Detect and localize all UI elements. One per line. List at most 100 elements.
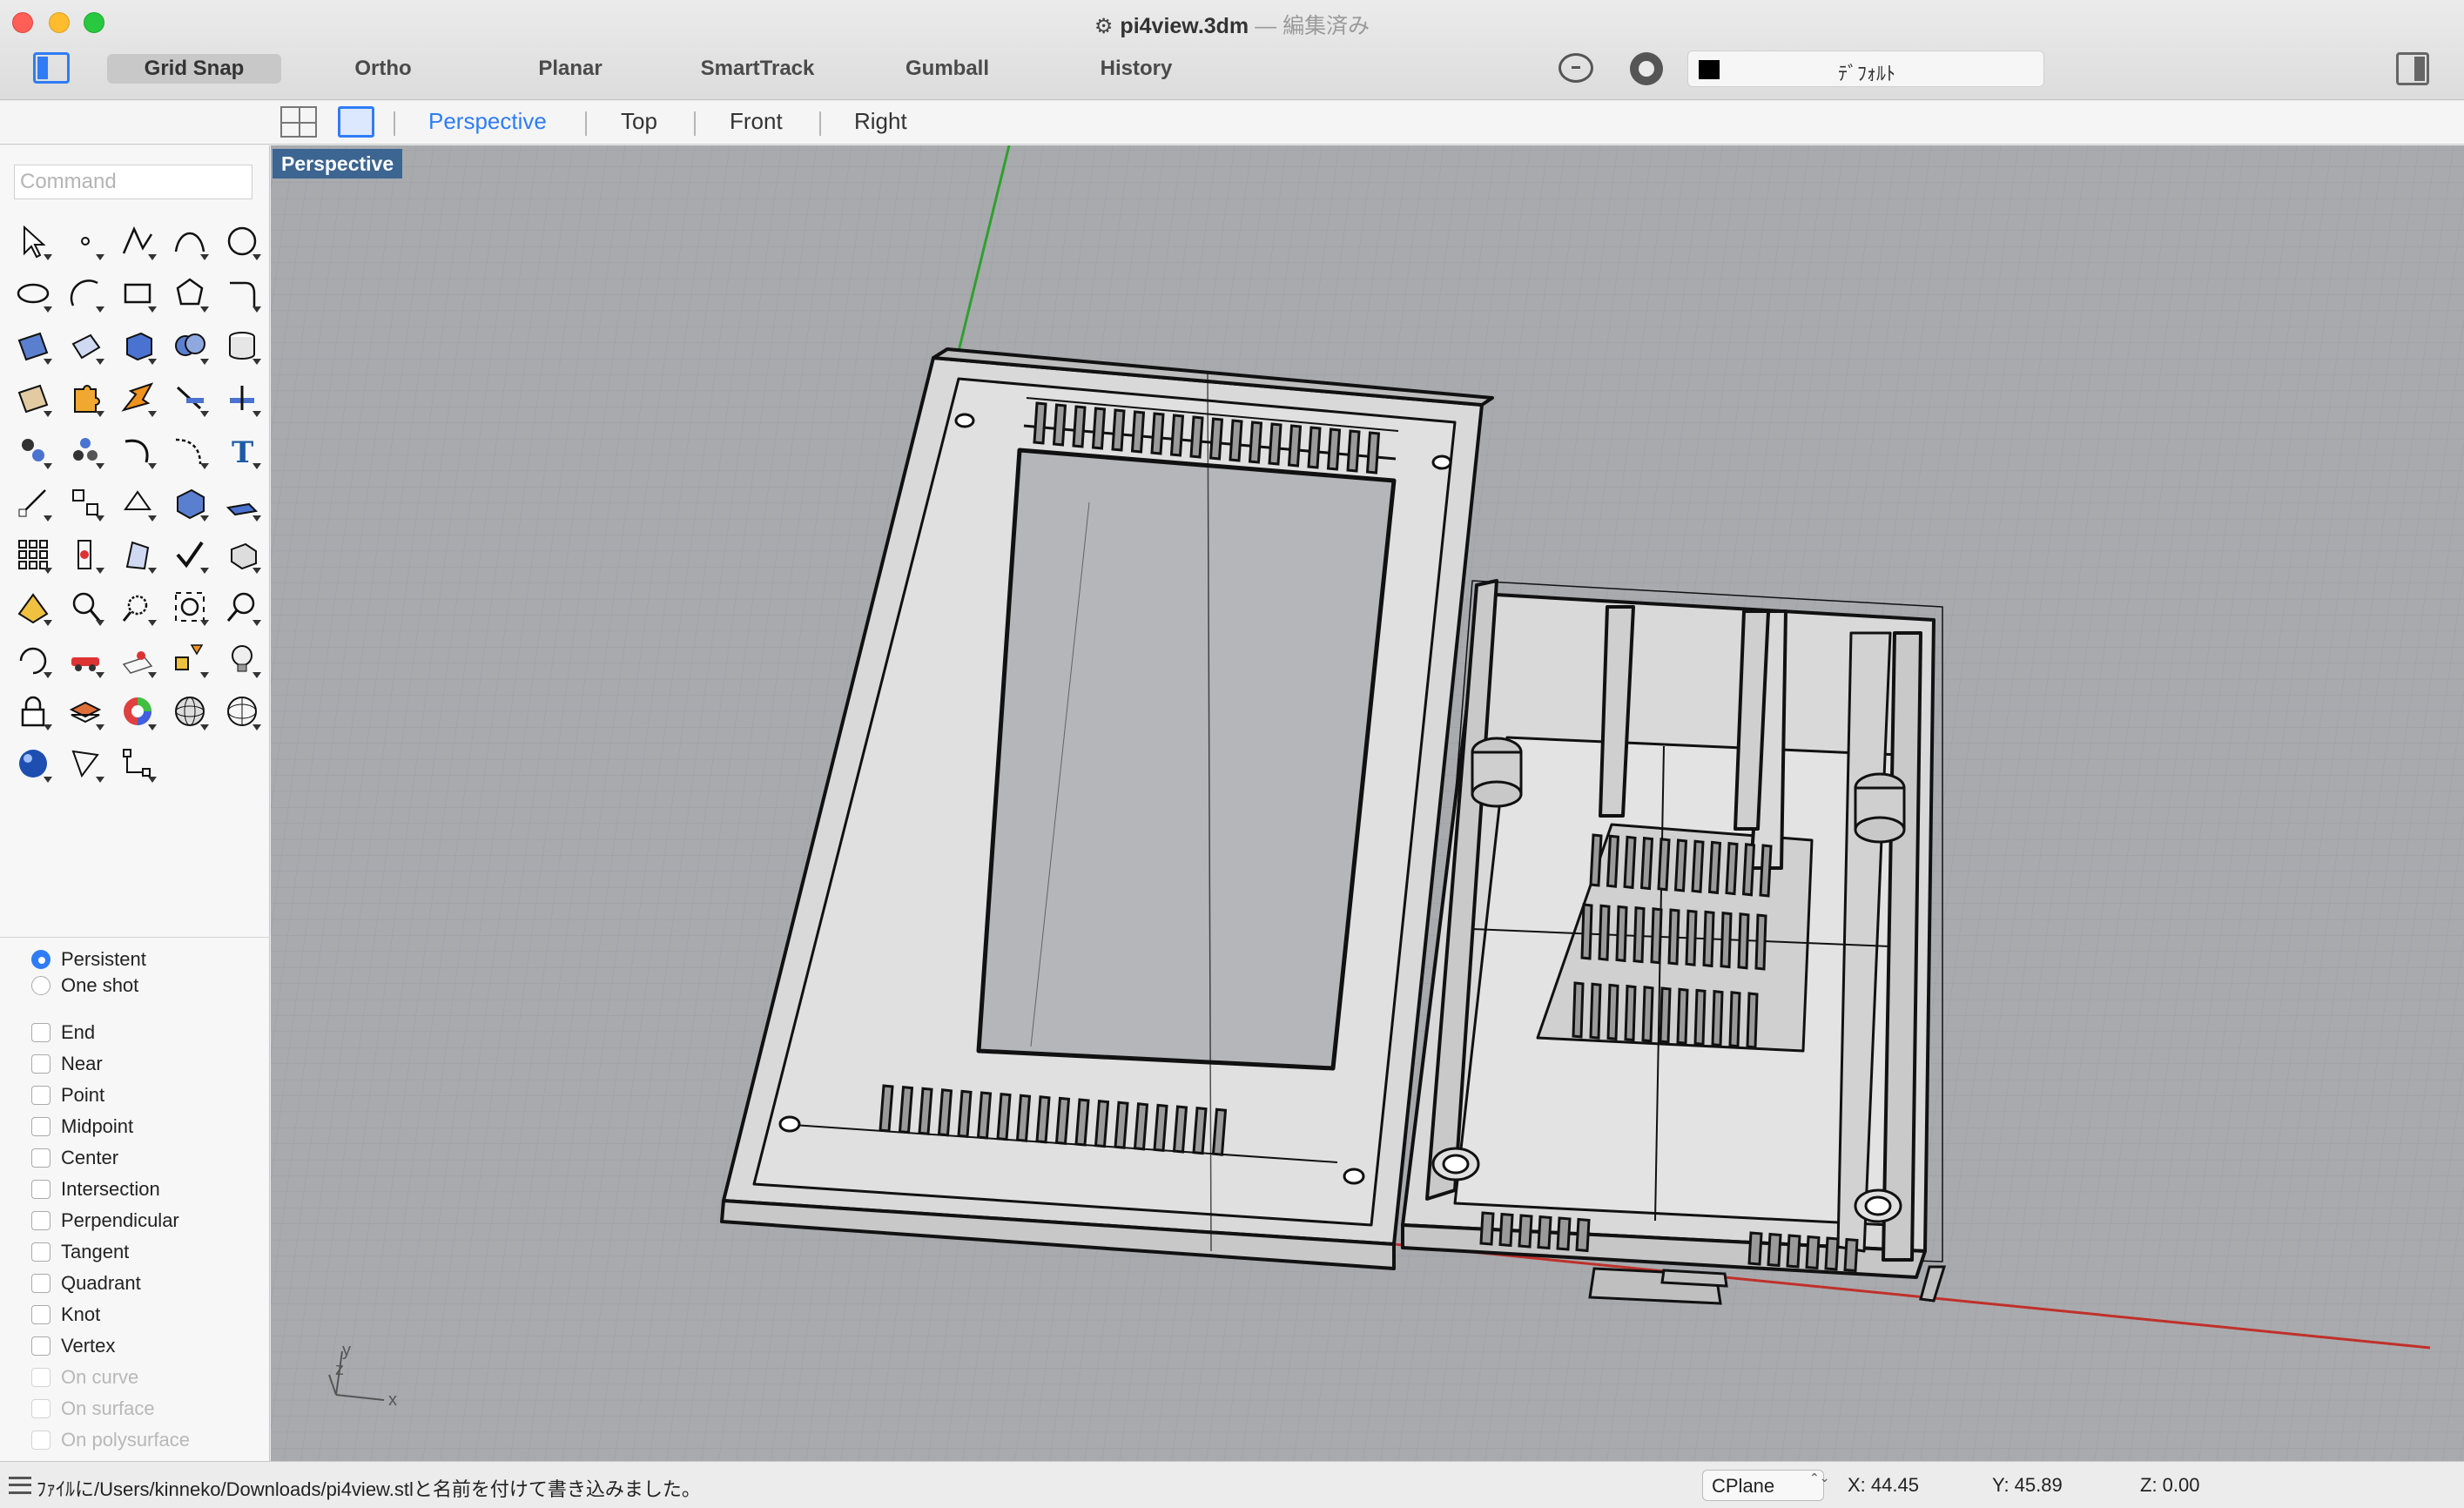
light-bulb-icon[interactable]: [216, 633, 268, 685]
history-button[interactable]: History: [1075, 54, 1197, 84]
layout-icon[interactable]: [164, 633, 216, 685]
grid-snap-button[interactable]: Grid Snap: [107, 54, 281, 84]
text-icon[interactable]: T: [216, 424, 268, 476]
osnap-knot[interactable]: Knot: [31, 1303, 100, 1326]
osnap-quadrant[interactable]: Quadrant: [31, 1272, 141, 1295]
osnap-vertex[interactable]: Vertex: [31, 1335, 115, 1357]
osnap-center[interactable]: Center: [31, 1147, 118, 1169]
mesh-icon[interactable]: [7, 372, 59, 424]
osnap-intersection-checkbox[interactable]: [31, 1180, 50, 1199]
snap-tool-icon[interactable]: [59, 737, 111, 790]
render-icon[interactable]: [7, 581, 59, 633]
rotate-curve-icon[interactable]: [111, 424, 164, 476]
select-arrow-icon[interactable]: [7, 215, 59, 267]
osnap-persistent-option[interactable]: Persistent: [31, 948, 146, 971]
points-cloud-icon[interactable]: [59, 424, 111, 476]
mirror-icon[interactable]: [111, 476, 164, 528]
ellipse-icon[interactable]: [7, 267, 59, 320]
tab-right[interactable]: Right: [854, 108, 907, 135]
osnap-on-curve[interactable]: On curve: [31, 1366, 138, 1389]
osnap-tangent-checkbox[interactable]: [31, 1242, 50, 1262]
osnap-perpendicular-checkbox[interactable]: [31, 1211, 50, 1230]
record-history-icon[interactable]: [1630, 52, 1663, 85]
polyline-icon[interactable]: [111, 215, 164, 267]
osnap-end-checkbox[interactable]: [31, 1023, 50, 1042]
osnap-quadrant-checkbox[interactable]: [31, 1274, 50, 1293]
puzzle-icon[interactable]: [59, 372, 111, 424]
layer-icon[interactable]: [59, 685, 111, 737]
globe-grid-icon[interactable]: [216, 685, 268, 737]
one-shot-radio[interactable]: [31, 976, 50, 995]
curve-icon[interactable]: [164, 215, 216, 267]
ortho-button[interactable]: Ortho: [322, 54, 444, 84]
trim-icon[interactable]: [164, 372, 216, 424]
smarttrack-button[interactable]: SmartTrack: [683, 54, 831, 84]
osnap-midpoint[interactable]: Midpoint: [31, 1115, 133, 1138]
car-icon[interactable]: [59, 633, 111, 685]
perspective-viewport[interactable]: x y z Perspective: [271, 145, 2464, 1461]
right-panel-toggle-icon[interactable]: [2396, 52, 2429, 85]
circle-icon[interactable]: [216, 215, 268, 267]
zoom-in-icon[interactable]: [59, 581, 111, 633]
osnap-on-polysurface[interactable]: On polysurface: [31, 1429, 190, 1451]
grid-icon[interactable]: [111, 633, 164, 685]
lock-icon[interactable]: [7, 685, 59, 737]
osnap-knot-checkbox[interactable]: [31, 1305, 50, 1324]
check-icon[interactable]: [164, 528, 216, 581]
fillet-curve-icon[interactable]: [216, 267, 268, 320]
osnap-point-checkbox[interactable]: [31, 1086, 50, 1105]
osnap-near-checkbox[interactable]: [31, 1054, 50, 1074]
sphere-wire-icon[interactable]: [164, 685, 216, 737]
array-icon[interactable]: [7, 528, 59, 581]
osnap-tangent[interactable]: Tangent: [31, 1241, 129, 1263]
gumball-button[interactable]: Gumball: [886, 54, 1008, 84]
osnap-point[interactable]: Point: [31, 1084, 104, 1107]
rotate-view-icon[interactable]: [7, 633, 59, 685]
selection-filter-icon[interactable]: [1559, 53, 1593, 83]
osnap-end[interactable]: End: [31, 1021, 95, 1044]
sidebar-toggle-icon[interactable]: [33, 52, 70, 84]
polygon-icon[interactable]: [164, 267, 216, 320]
group-icon[interactable]: [7, 424, 59, 476]
osnap-one-shot-option[interactable]: One shot: [31, 974, 138, 997]
viewport-title-label[interactable]: Perspective: [273, 149, 403, 178]
box-icon[interactable]: [111, 320, 164, 372]
osnap-vertex-checkbox[interactable]: [31, 1336, 50, 1356]
transform-icon[interactable]: [7, 476, 59, 528]
dimension-icon[interactable]: [59, 528, 111, 581]
viewport-canvas[interactable]: x y z: [271, 145, 2464, 1461]
osnap-intersection[interactable]: Intersection: [31, 1178, 160, 1201]
four-viewports-icon[interactable]: [280, 106, 317, 138]
osnap-midpoint-checkbox[interactable]: [31, 1117, 50, 1136]
boolean-union-icon[interactable]: [164, 320, 216, 372]
split-icon[interactable]: [216, 372, 268, 424]
tab-top[interactable]: Top: [621, 108, 657, 135]
osnap-on-surface[interactable]: On surface: [31, 1397, 155, 1420]
cplane-select[interactable]: CPlane: [1702, 1470, 1824, 1501]
command-input[interactable]: [14, 165, 252, 199]
analyze-icon[interactable]: [111, 528, 164, 581]
material-sphere-icon[interactable]: [7, 737, 59, 790]
planar-button[interactable]: Planar: [509, 54, 631, 84]
arc-icon[interactable]: [59, 267, 111, 320]
tab-front[interactable]: Front: [730, 108, 783, 135]
solid-tools-icon[interactable]: [164, 476, 216, 528]
single-viewport-icon[interactable]: [338, 106, 374, 138]
rectangle-icon[interactable]: [111, 267, 164, 320]
osnap-center-checkbox[interactable]: [31, 1148, 50, 1168]
osnap-perpendicular[interactable]: Perpendicular: [31, 1209, 179, 1232]
command-history-icon[interactable]: [9, 1477, 31, 1494]
zoom-icon[interactable]: [216, 581, 268, 633]
current-layer-selector[interactable]: ﾃﾞﾌｫﾙﾄ: [1687, 50, 2044, 87]
color-wheel-icon[interactable]: [111, 685, 164, 737]
osnap-near[interactable]: Near: [31, 1053, 103, 1075]
explode-icon[interactable]: [111, 372, 164, 424]
align-icon[interactable]: [59, 476, 111, 528]
offset-icon[interactable]: [164, 424, 216, 476]
extrude-surface-icon[interactable]: [59, 320, 111, 372]
shade-icon[interactable]: [216, 528, 268, 581]
tab-perspective[interactable]: Perspective: [428, 108, 547, 135]
point-icon[interactable]: [59, 215, 111, 267]
plane-icon[interactable]: [216, 476, 268, 528]
zoom-extents-icon[interactable]: [164, 581, 216, 633]
